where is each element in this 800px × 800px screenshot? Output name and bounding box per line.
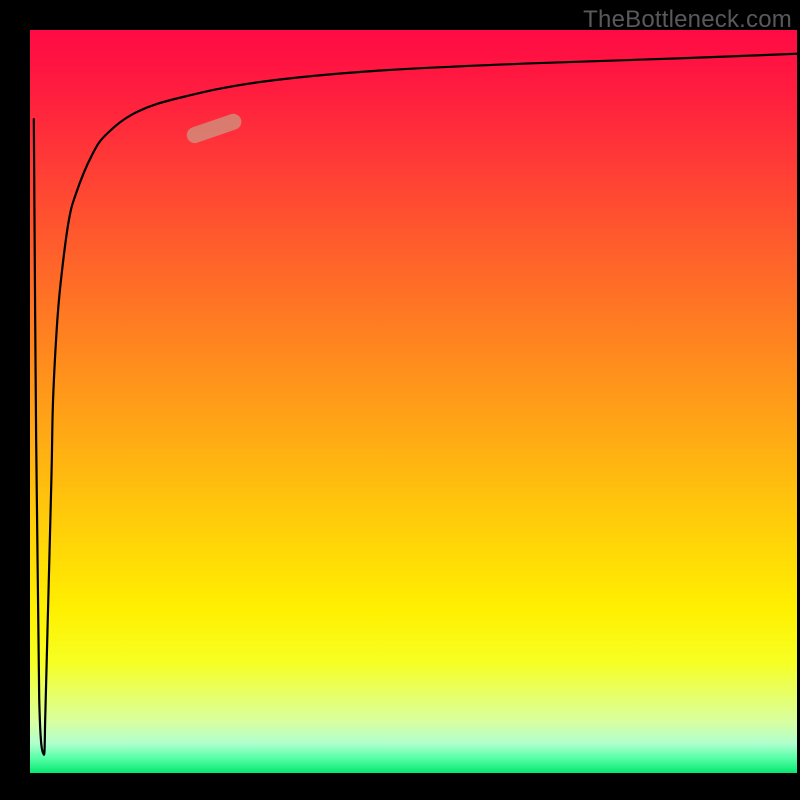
watermark-text: TheBottleneck.com xyxy=(583,6,792,34)
chart-container: TheBottleneck.com xyxy=(0,0,800,800)
plot-gradient-background xyxy=(30,30,797,773)
